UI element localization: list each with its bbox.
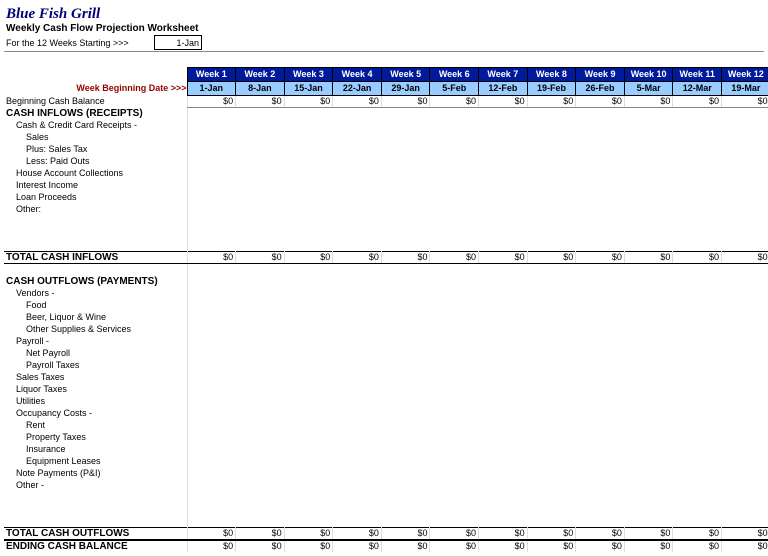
row-property-taxes: Property Taxes [4,431,187,443]
row-rent: Rent [4,419,187,431]
row-total-inflows: TOTAL CASH INFLOWS $0$0$0$0$0$0$0$0$0$0$… [4,251,768,263]
company-title: Blue Fish Grill [4,4,764,23]
row-payroll: Payroll - [4,335,187,347]
row-sales: Sales [4,131,187,143]
row-cc-receipts: Cash & Credit Card Receipts - [4,119,187,131]
worksheet-subtitle: Weekly Cash Flow Projection Worksheet [4,23,764,35]
row-insurance: Insurance [4,443,187,455]
row-supplies: Other Supplies & Services [4,323,187,335]
row-interest-income: Interest Income [4,179,187,191]
row-vendors: Vendors - [4,287,187,299]
start-date-input[interactable] [154,35,202,50]
row-other-outflow: Other - [4,479,187,491]
row-beer-liquor-wine: Beer, Liquor & Wine [4,311,187,323]
row-liquor-taxes: Liquor Taxes [4,383,187,395]
row-less-paid-outs: Less: Paid Outs [4,155,187,167]
row-ending-balance: ENDING CASH BALANCE $0$0$0$0$0$0$0$0$0$0… [4,540,768,552]
row-food: Food [4,299,187,311]
row-plus-sales-tax: Plus: Sales Tax [4,143,187,155]
row-loan-proceeds: Loan Proceeds [4,191,187,203]
row-equipment-leases: Equipment Leases [4,455,187,467]
row-net-payroll: Net Payroll [4,347,187,359]
row-other-inflow: Other: [4,203,187,215]
row-beginning-balance: Beginning Cash Balance $0$0$0$0$0$0$0$0$… [4,95,768,107]
row-sales-taxes: Sales Taxes [4,371,187,383]
row-utilities: Utilities [4,395,187,407]
row-payroll-taxes: Payroll Taxes [4,359,187,371]
inflows-header: CASH INFLOWS (RECEIPTS) [4,107,187,119]
outflows-header: CASH OUTFLOWS (PAYMENTS) [4,275,187,287]
cashflow-table: Week 1Week 2Week 3Week 4Week 5Week 6Week… [4,52,768,552]
start-date-label: For the 12 Weeks Starting >>> [6,38,154,48]
row-occupancy: Occupancy Costs - [4,407,187,419]
row-note-payments: Note Payments (P&I) [4,467,187,479]
week-date-header: Week Beginning Date >>> 1-Jan8-Jan15-Jan… [4,81,768,95]
week-number-header: Week 1Week 2Week 3Week 4Week 5Week 6Week… [4,67,768,81]
row-house-accounts: House Account Collections [4,167,187,179]
